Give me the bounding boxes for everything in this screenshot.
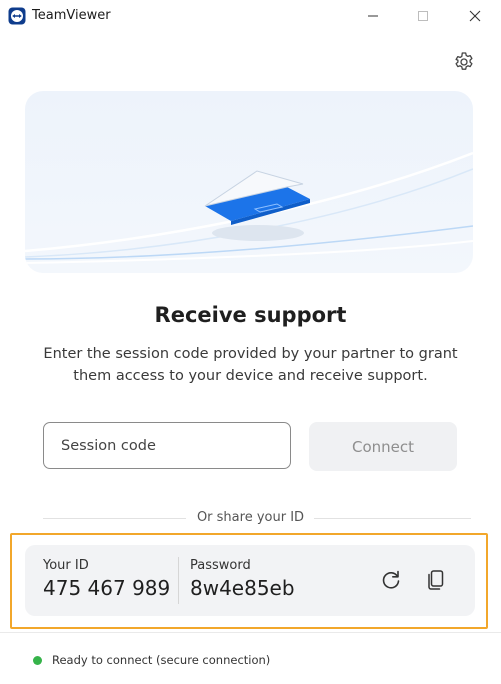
connect-button[interactable]: Connect: [309, 422, 457, 471]
id-separator: [178, 557, 179, 604]
teamviewer-logo-icon: [8, 7, 26, 25]
gear-icon: [455, 52, 473, 70]
status-divider: [0, 632, 501, 633]
maximize-icon: [418, 11, 428, 21]
hero-illustration: [25, 91, 473, 273]
minimize-button[interactable]: [350, 0, 396, 32]
app-title: TeamViewer: [32, 8, 111, 23]
laptop-illustration: [25, 151, 473, 264]
refresh-password-button[interactable]: [376, 565, 406, 595]
settings-button[interactable]: [452, 50, 476, 74]
title-bar: TeamViewer: [0, 0, 501, 32]
close-button[interactable]: [452, 0, 498, 32]
status-text: Ready to connect (secure connection): [52, 653, 271, 667]
your-id-label: Your ID: [43, 558, 89, 573]
copy-button[interactable]: [421, 565, 451, 595]
your-id-value: 475 467 989: [43, 576, 171, 600]
password-label: Password: [190, 558, 251, 573]
password-value: 8w4e85eb: [190, 576, 295, 600]
close-icon: [469, 10, 481, 22]
minimize-icon: [368, 15, 378, 17]
copy-icon: [428, 570, 444, 590]
maximize-button[interactable]: [400, 0, 446, 32]
page-title: Receive support: [154, 303, 347, 327]
status-indicator-icon: [33, 656, 42, 665]
description-text: Enter the session code provided by your …: [43, 346, 458, 384]
session-code-input[interactable]: [43, 422, 291, 469]
share-id-label: Or share your ID: [196, 510, 305, 525]
refresh-icon: [382, 570, 400, 589]
